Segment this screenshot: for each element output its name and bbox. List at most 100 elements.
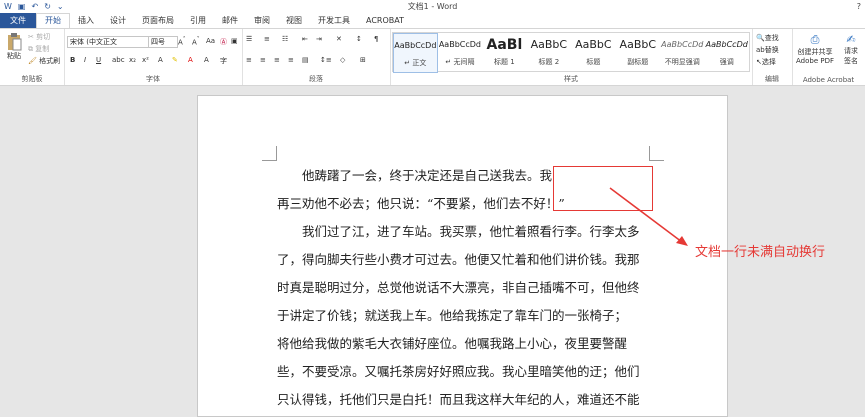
paste-button[interactable]: 粘贴 bbox=[4, 33, 24, 61]
doc-line-1[interactable]: 他踌躇了一会，终于决定还是自己送我去。我 bbox=[302, 165, 552, 184]
select-button[interactable]: ↖选择 bbox=[756, 57, 776, 67]
find-button[interactable]: 🔍查找 bbox=[756, 33, 779, 43]
style-subtle-emphasis[interactable]: AaBbCcDd 不明显强调 bbox=[660, 33, 704, 71]
request-label-2: 签名 bbox=[844, 57, 858, 65]
font-name-dropdown[interactable]: 宋体 (中文正文 bbox=[67, 36, 149, 48]
style-no-spacing[interactable]: AaBbCcDd ↵ 无间隔 bbox=[438, 33, 482, 71]
doc-line-5[interactable]: 时真是聪明过分，总觉他说话不大漂亮，非自己插嘴不可，但他终 bbox=[277, 277, 640, 296]
pdf-icon: ⎙ bbox=[810, 33, 820, 46]
select-label: 选择 bbox=[761, 58, 776, 66]
signature-icon: ✍ bbox=[846, 33, 856, 46]
distribute-icon[interactable]: ▤ bbox=[302, 56, 309, 64]
doc-line-4[interactable]: 了，得向脚夫行些小费才可过去。他便又忙着和他们讲价钱。我那 bbox=[277, 249, 640, 268]
create-share-pdf-button[interactable]: ⎙ 创建并共享 Adobe PDF bbox=[796, 33, 834, 65]
chinese-layout-icon[interactable]: ✕ bbox=[336, 35, 342, 43]
strikethrough-icon[interactable]: abc bbox=[112, 56, 125, 64]
tab-file[interactable]: 文件 bbox=[0, 13, 36, 28]
style-sample: AaBbC bbox=[530, 38, 568, 51]
style-heading-1[interactable]: AaBl 标题 1 bbox=[482, 33, 526, 71]
ribbon-tabs: 文件 开始 插入 设计 页面布局 引用 邮件 审阅 视图 开发工具 ACROBA… bbox=[0, 13, 865, 28]
format-painter-button[interactable]: 🖌 格式刷 bbox=[28, 56, 60, 66]
bullets-icon[interactable]: ☰ bbox=[246, 35, 252, 43]
style-name: ↵ 正文 bbox=[404, 59, 427, 67]
annotation-highlight-box bbox=[553, 166, 653, 211]
doc-line-7[interactable]: 将他给我做的紫毛大衣铺好座位。他嘱我路上小心，夜里要警醒 bbox=[277, 333, 627, 352]
style-title[interactable]: AaBbC 标题 bbox=[571, 33, 615, 71]
style-sample: AaBbCcDd bbox=[661, 40, 704, 49]
style-sample: AaBl bbox=[486, 37, 523, 53]
font-size-dropdown[interactable]: 四号 bbox=[148, 36, 178, 48]
style-sample: AaBbCcDd bbox=[438, 40, 481, 49]
doc-line-8[interactable]: 些，不要受凉。又嘱托茶房好好照应我。我心里暗笑他的迂；他们 bbox=[277, 361, 640, 380]
style-normal[interactable]: AaBbCcDd ↵ 正文 bbox=[393, 33, 438, 73]
doc-line-6[interactable]: 于讲定了价钱；就送我上车。他给我拣定了靠车门的一张椅子； bbox=[277, 305, 627, 324]
acrobat-group: ⎙ 创建并共享 Adobe PDF ✍ 请求 签名 Adobe Acrobat bbox=[792, 29, 865, 85]
annotation-label: 文档一行未满自动换行 bbox=[695, 245, 826, 260]
tab-insert[interactable]: 插入 bbox=[70, 13, 102, 28]
tab-acrobat[interactable]: ACROBAT bbox=[358, 13, 412, 28]
editing-group: 🔍查找 ab替换 ↖选择 编辑 bbox=[752, 29, 793, 85]
tab-view[interactable]: 视图 bbox=[278, 13, 310, 28]
style-name: 标题 bbox=[586, 58, 601, 66]
show-marks-icon[interactable]: ¶ bbox=[374, 35, 378, 43]
tab-design[interactable]: 设计 bbox=[102, 13, 134, 28]
style-heading-2[interactable]: AaBbC 标题 2 bbox=[527, 33, 571, 71]
request-label: 请求 bbox=[844, 47, 858, 55]
increase-indent-icon[interactable]: ⇥ bbox=[316, 35, 322, 43]
style-name: 标题 1 bbox=[494, 58, 515, 66]
font-group: 宋体 (中文正文 四号 A˄ A˅ Aa Ⓐ ▣ B I U abc x₂ x²… bbox=[64, 29, 243, 85]
shading-icon[interactable]: ◇ bbox=[340, 56, 345, 64]
tab-page-layout[interactable]: 页面布局 bbox=[134, 13, 182, 28]
doc-line-9[interactable]: 只认得钱，托他们只是白托！而且我这样大年纪的人，难道还不能 bbox=[277, 389, 640, 408]
copy-button[interactable]: ⧉ 复制 bbox=[28, 44, 49, 54]
create-share-label-2: Adobe PDF bbox=[796, 57, 835, 65]
tab-home[interactable]: 开始 bbox=[36, 13, 70, 28]
styles-gallery: AaBbCcDd ↵ 正文 AaBbCcDd ↵ 无间隔 AaBl 标题 1 A… bbox=[392, 32, 750, 73]
align-center-icon[interactable]: ≡ bbox=[260, 56, 266, 64]
paste-icon bbox=[8, 33, 22, 51]
subscript-icon[interactable]: x₂ bbox=[129, 56, 136, 64]
tab-review[interactable]: 审阅 bbox=[246, 13, 278, 28]
line-spacing-icon[interactable]: ↕≡ bbox=[320, 56, 332, 64]
shrink-font-button[interactable]: A˅ bbox=[192, 37, 200, 46]
style-emphasis[interactable]: AaBbCcDd 强调 bbox=[705, 33, 749, 71]
clipboard-group-label: 剪贴板 bbox=[21, 75, 43, 83]
style-name: 强调 bbox=[719, 58, 734, 66]
replace-button[interactable]: ab替换 bbox=[756, 45, 779, 55]
char-border-icon[interactable]: ▣ bbox=[231, 37, 238, 45]
change-case-button[interactable]: Aa bbox=[206, 37, 215, 45]
font-color-icon[interactable]: A bbox=[188, 56, 193, 64]
align-left-icon[interactable]: ≡ bbox=[246, 56, 252, 64]
decrease-indent-icon[interactable]: ⇤ bbox=[302, 35, 308, 43]
copy-icon: ⧉ bbox=[28, 45, 33, 53]
align-right-icon[interactable]: ≡ bbox=[274, 56, 280, 64]
tab-mailings[interactable]: 邮件 bbox=[214, 13, 246, 28]
doc-line-3[interactable]: 我们过了江，进了车站。我买票，他忙着照看行李。行李太多 bbox=[302, 221, 640, 240]
cut-button[interactable]: ✂ 剪切 bbox=[28, 32, 50, 42]
create-share-label: 创建并共享 bbox=[797, 48, 833, 56]
help-button[interactable]: ? bbox=[857, 0, 861, 13]
tab-references[interactable]: 引用 bbox=[182, 13, 214, 28]
multilevel-list-icon[interactable]: ☷ bbox=[282, 35, 288, 43]
sort-icon[interactable]: ↕ bbox=[356, 35, 362, 43]
request-signature-button[interactable]: ✍ 请求 签名 bbox=[840, 33, 862, 66]
bold-button[interactable]: B bbox=[70, 56, 75, 64]
tab-developer[interactable]: 开发工具 bbox=[310, 13, 358, 28]
phonetic-guide-icon[interactable]: 字 bbox=[220, 56, 227, 66]
highlight-icon[interactable]: ✎ bbox=[172, 56, 178, 64]
text-effects-icon[interactable]: A bbox=[158, 56, 163, 64]
borders-icon[interactable]: ⊞ bbox=[360, 56, 366, 64]
grow-font-button[interactable]: A˄ bbox=[178, 37, 186, 46]
char-shading-icon[interactable]: A bbox=[204, 56, 209, 64]
underline-button[interactable]: U bbox=[96, 56, 101, 64]
styles-group-label: 样式 bbox=[564, 75, 578, 83]
style-sample: AaBbCcDd bbox=[705, 40, 748, 49]
superscript-icon[interactable]: x² bbox=[142, 56, 149, 64]
style-subtitle[interactable]: AaBbC 副标题 bbox=[616, 33, 660, 71]
title-bar: W ▣ ↶ ↻ ⌄ 文档1 - Word ? bbox=[0, 0, 865, 13]
clear-format-icon[interactable]: Ⓐ bbox=[220, 37, 227, 47]
doc-line-2[interactable]: 再三劝他不必去；他只说：“不要紧，他们去不好！” bbox=[277, 193, 565, 212]
justify-icon[interactable]: ≡ bbox=[288, 56, 294, 64]
italic-button[interactable]: I bbox=[84, 56, 86, 64]
numbering-icon[interactable]: ≡ bbox=[264, 35, 270, 43]
